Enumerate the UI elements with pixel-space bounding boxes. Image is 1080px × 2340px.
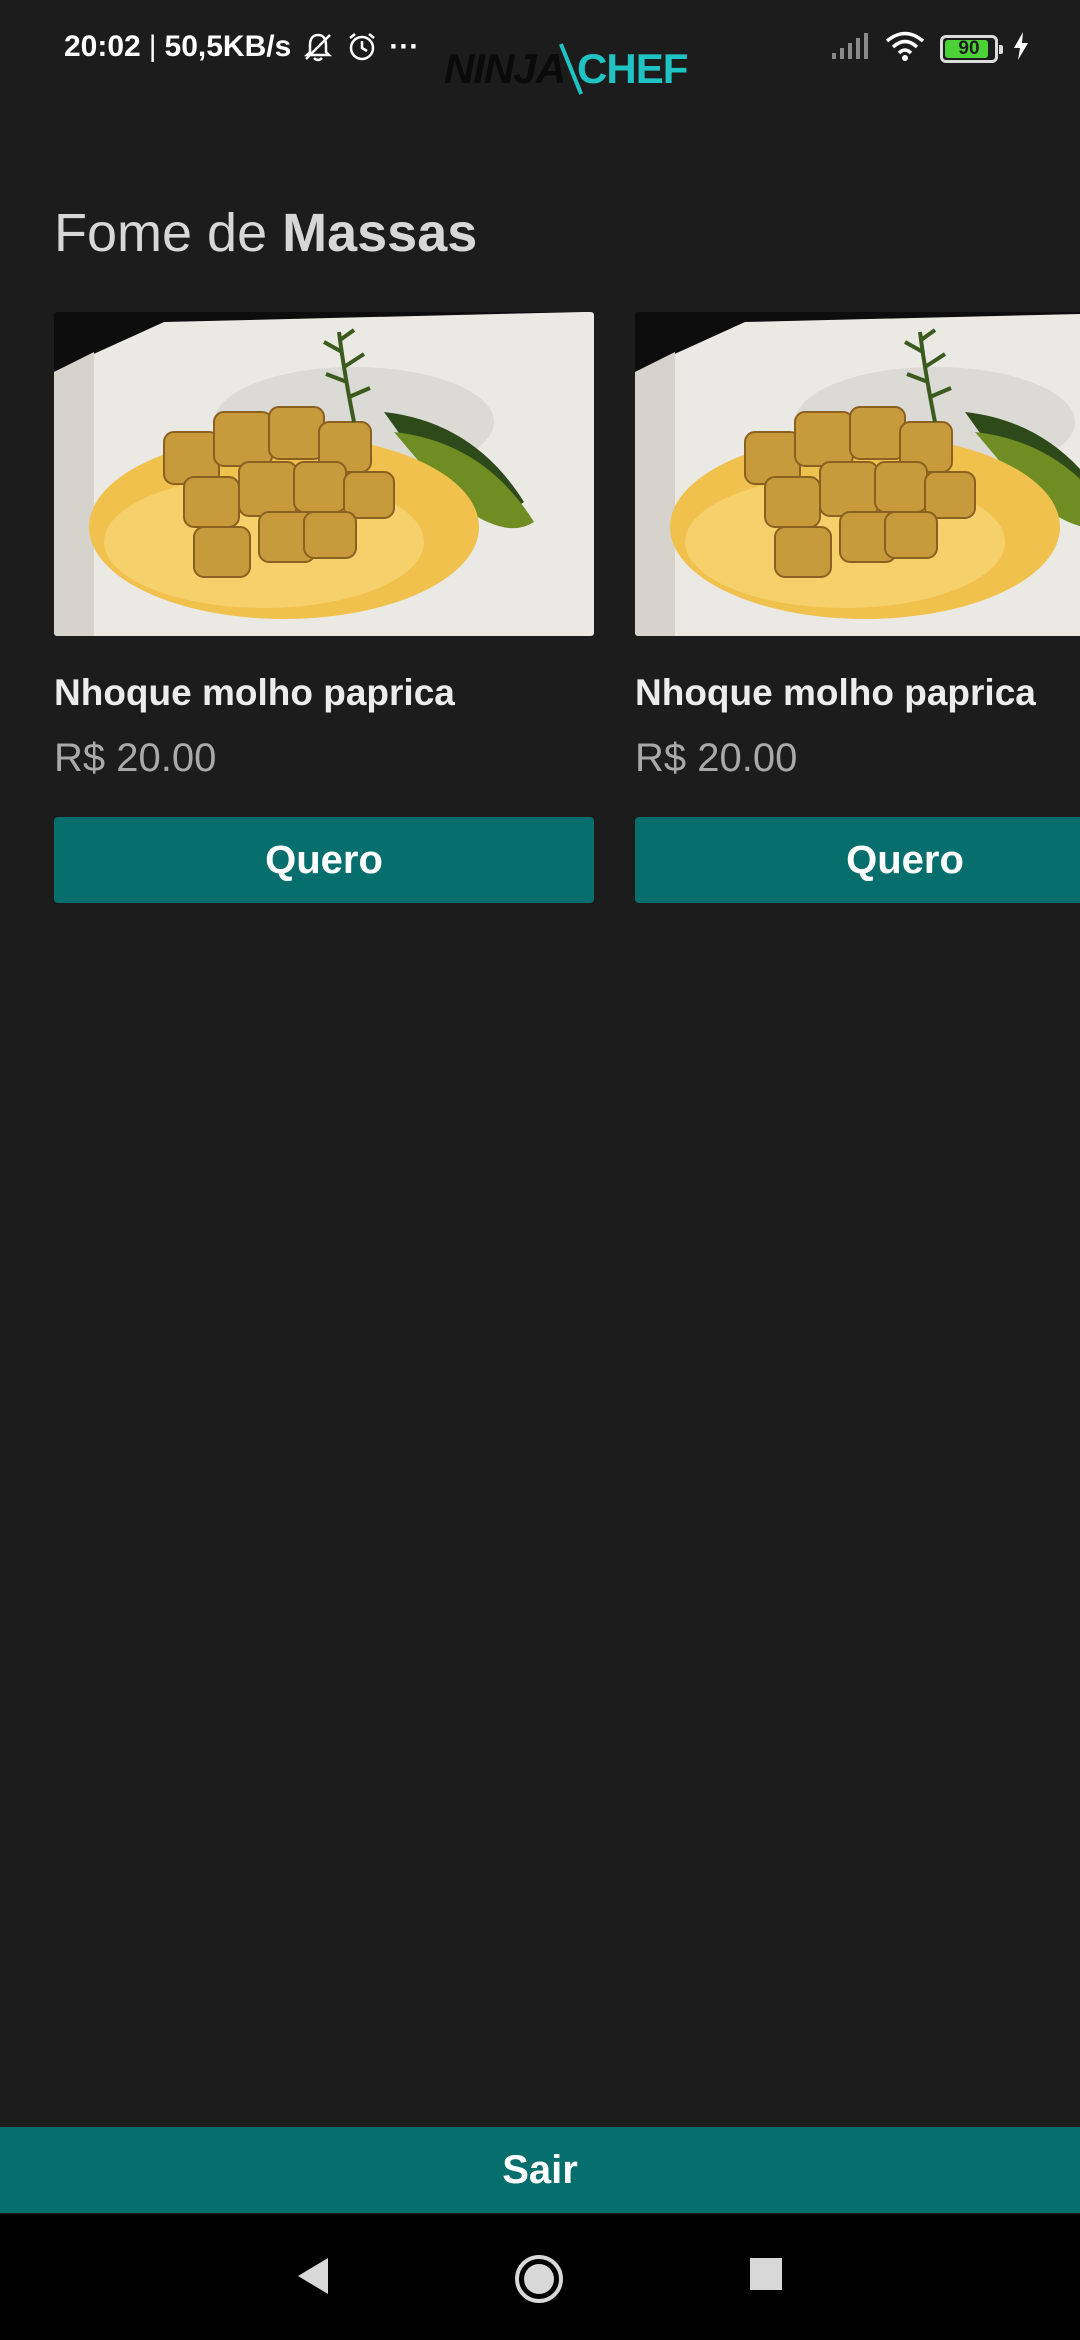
more-notifications: ··· [389, 30, 420, 63]
status-left: 20:02 | 50,5KB/s ··· [64, 30, 419, 64]
status-right: 90 [816, 30, 1030, 67]
network-speed: 50,5KB/s [164, 30, 292, 63]
status-separator: | [148, 30, 157, 63]
exit-button[interactable]: Sair [0, 2127, 1080, 2213]
bell-off-icon [301, 30, 335, 64]
logo-ninja: NINJA [444, 45, 566, 92]
wifi-icon [884, 30, 926, 67]
product-name: Nhoque molho paprica [54, 672, 455, 713]
product-card[interactable]: Nhoque molho paprica R$ 20.00 Quero [635, 312, 1080, 903]
alarm-icon [345, 30, 379, 64]
product-price: R$ 20.00 [635, 736, 798, 780]
system-nav-bar [0, 2214, 1080, 2340]
battery-icon: 90 [940, 34, 1003, 63]
section-title-category: Massas [282, 203, 478, 263]
app-logo: NINJA CHEF [444, 42, 688, 96]
product-name: Nhoque molho paprica [635, 672, 1036, 713]
product-card[interactable]: Nhoque molho paprica R$ 20.00 Quero [54, 312, 594, 903]
logo-chef: CHEF [577, 45, 688, 92]
product-image [635, 312, 1080, 636]
product-image [54, 312, 594, 636]
product-price: R$ 20.00 [54, 736, 217, 780]
charging-icon [1012, 31, 1030, 66]
recents-icon[interactable] [748, 2254, 784, 2295]
signal-icon [830, 31, 870, 66]
screen: 20:02 | 50,5KB/s ··· 90 NINJA CHEF Fome … [0, 0, 1080, 2340]
order-button[interactable]: Quero [54, 817, 594, 903]
battery-level: 90 [958, 37, 980, 59]
home-icon[interactable] [514, 2254, 564, 2309]
back-icon[interactable] [296, 2254, 330, 2303]
order-button[interactable]: Quero [635, 817, 1080, 903]
section-title-prefix: Fome de [54, 203, 268, 263]
status-time: 20:02 [64, 30, 141, 63]
section-title: Fome de Massas [54, 202, 477, 264]
